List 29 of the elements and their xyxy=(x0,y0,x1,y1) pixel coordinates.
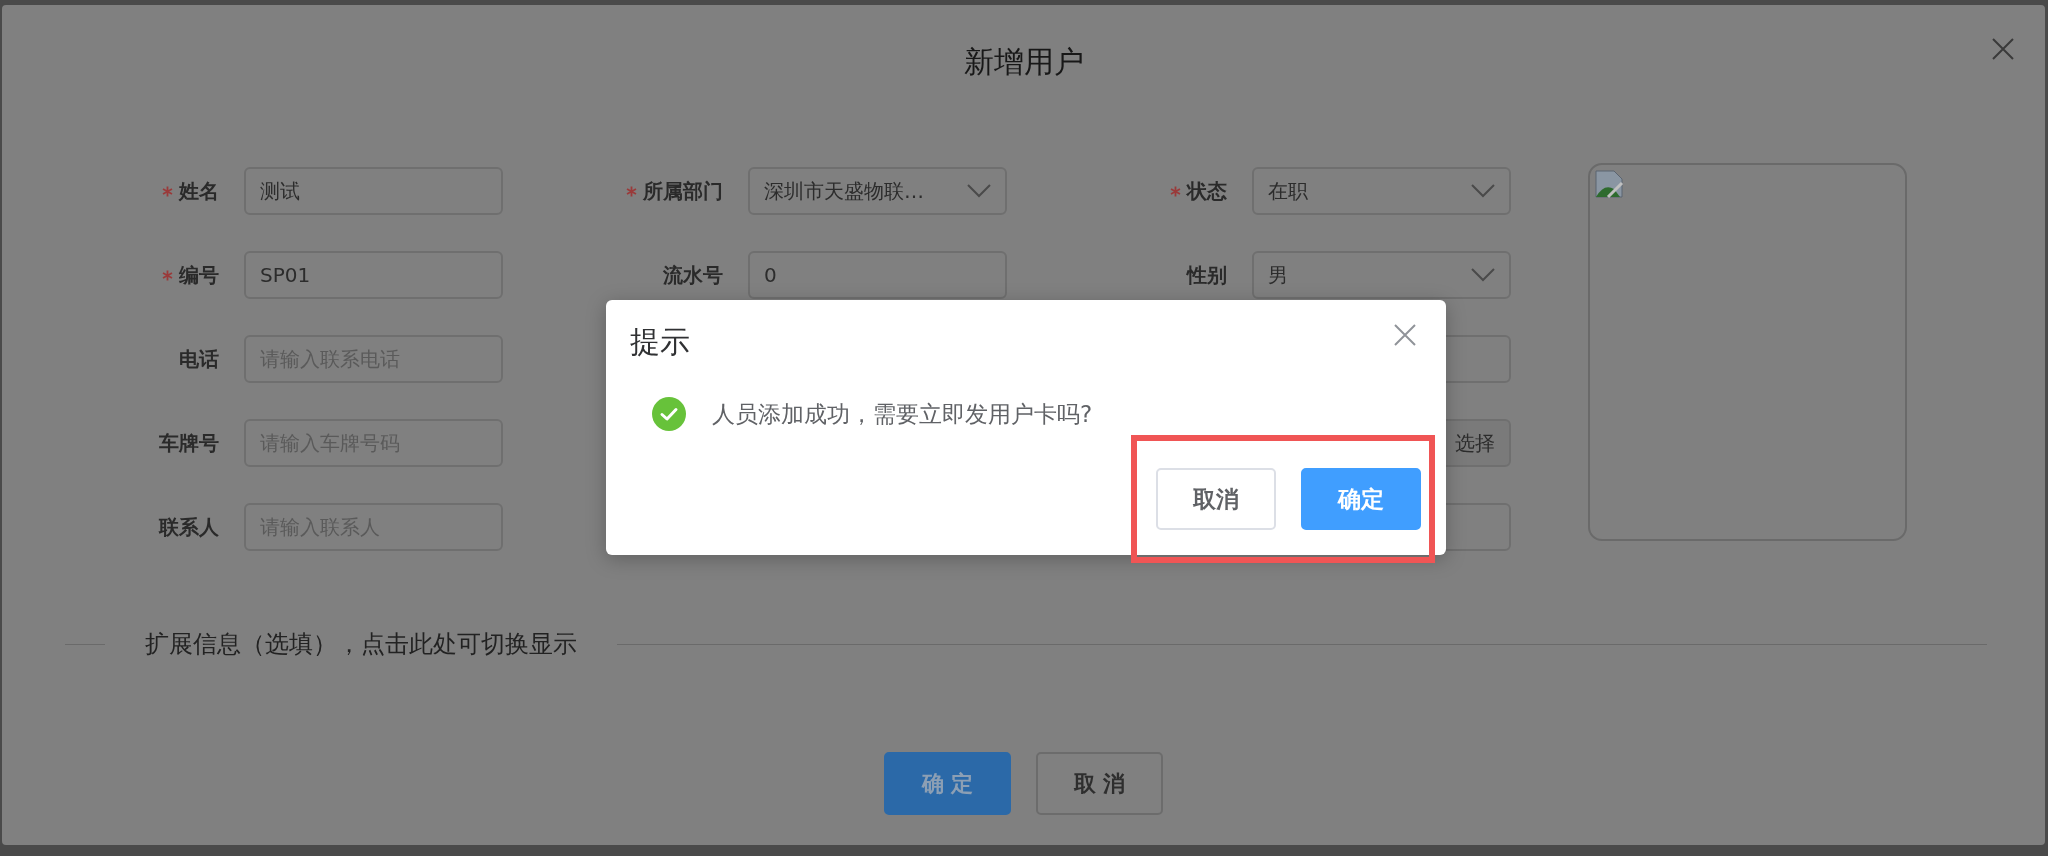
field-label: 姓名 xyxy=(179,177,219,205)
field-label: 电话 xyxy=(179,345,219,373)
cancel-button[interactable]: 取消 xyxy=(1156,468,1276,530)
broken-image-icon xyxy=(1594,169,1624,199)
confirm-button[interactable]: 确定 xyxy=(1301,468,1421,530)
input-field[interactable]: 测试 xyxy=(244,167,503,215)
select-field[interactable]: 男 xyxy=(1252,251,1511,299)
message-title: 提示 xyxy=(630,323,690,361)
field-label: 编号 xyxy=(179,261,219,289)
cancel-button[interactable]: 取 消 xyxy=(1036,752,1163,815)
message-text: 人员添加成功，需要立即发用户卡吗? xyxy=(712,399,1093,429)
field-label: 所属部门 xyxy=(643,177,723,205)
field-label: 流水号 xyxy=(663,261,723,289)
field-label: 状态 xyxy=(1187,177,1227,205)
field-label: 联系人 xyxy=(159,513,219,541)
select-field[interactable]: 在职 xyxy=(1252,167,1511,215)
chevron-down-icon xyxy=(1471,184,1495,198)
chevron-down-icon xyxy=(1471,268,1495,282)
field-label: 性别 xyxy=(1187,261,1227,289)
select-field[interactable]: 深圳市天盛物联… xyxy=(748,167,1007,215)
confirm-button[interactable]: 确 定 xyxy=(884,752,1011,815)
input-field[interactable]: 0 xyxy=(748,251,1007,299)
field-label: 车牌号 xyxy=(159,429,219,457)
input-field[interactable]: SP01 xyxy=(244,251,503,299)
dialog-title: 新增用户 xyxy=(963,43,1084,81)
extension-toggle-link[interactable]: 扩展信息（选填），点击此处可切换显示 xyxy=(145,628,577,660)
chevron-down-icon xyxy=(967,184,991,198)
close-button[interactable] xyxy=(1392,322,1418,348)
success-icon xyxy=(652,397,686,431)
